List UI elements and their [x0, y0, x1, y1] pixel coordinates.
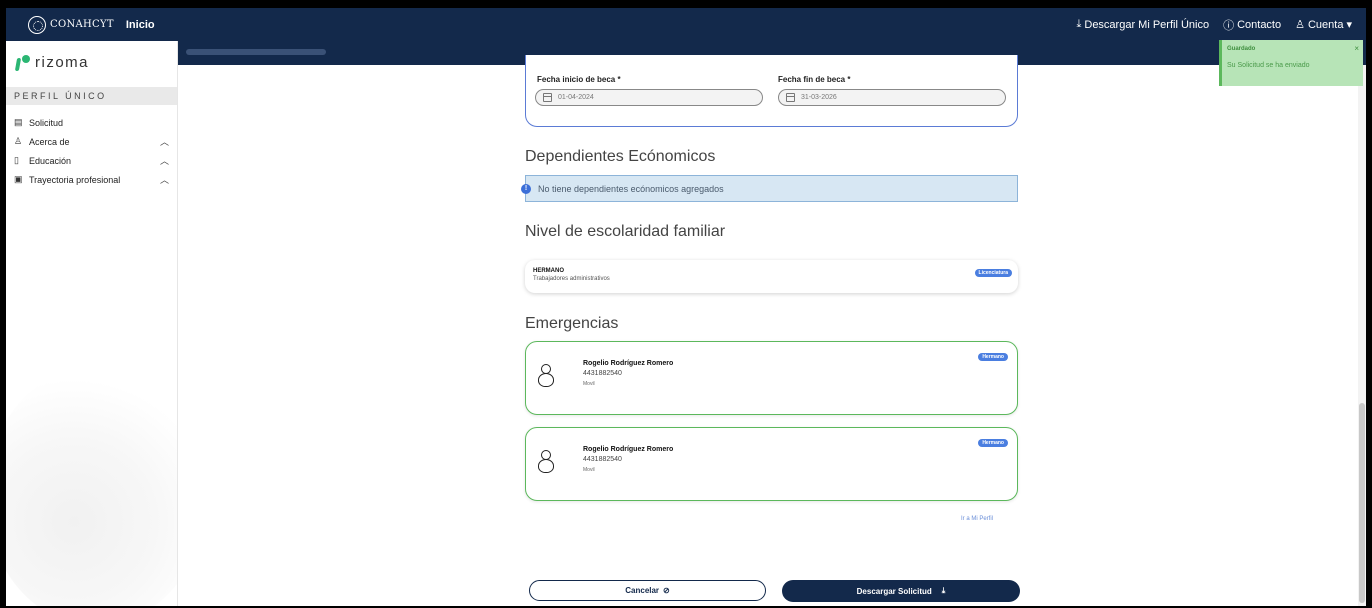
start-date-field[interactable]: 01-04-2024 [535, 89, 763, 106]
contact-label: Contacto [1237, 18, 1282, 31]
download-icon: ⤓ [1076, 18, 1082, 30]
beca-dates-card: Fecha inicio de beca * 01-04-2024 Fecha … [525, 55, 1018, 127]
brand-name: CONAHCYT [50, 18, 114, 30]
person-icon [538, 364, 556, 390]
account-label: Cuenta [1307, 18, 1344, 31]
end-date-field[interactable]: 31-03-2026 [778, 89, 1006, 106]
sidebar-item-label: Solicitud [29, 117, 64, 128]
nav-home-link[interactable]: Inicio [126, 19, 155, 31]
family-occupation: Trabajadores administrativos [533, 276, 610, 282]
cancel-label: Cancelar [625, 586, 660, 595]
sidebar-item-solicitud[interactable]: ▤ Solicitud [6, 113, 177, 132]
dependientes-title: Dependientes Ecónomicos [525, 148, 716, 165]
top-navbar: CONAHCYT Inicio ⤓ Descargar Mi Perfil Ún… [6, 8, 1366, 41]
rizoma-logo[interactable]: rizoma [16, 54, 89, 71]
profile-link[interactable]: Ir a Mi Perfil [961, 516, 993, 522]
dependientes-alert: ! No tiene dependientes ecónomicos agreg… [521, 175, 1018, 202]
account-menu[interactable]: ♙ Cuenta ▾ [1295, 18, 1352, 32]
cancel-button[interactable]: Cancelar ⊘ [529, 580, 766, 601]
toast-title: Guardado [1227, 46, 1256, 52]
sidebar-item-label: Acerca de [29, 136, 70, 147]
end-date-label: Fecha fin de beca * [778, 75, 851, 84]
escolaridad-title: Nivel de escolaridad familiar [525, 223, 726, 240]
document-icon: ▤ [14, 117, 23, 127]
help-circle-icon: ⓘ [1223, 19, 1235, 32]
sidebar-background-pattern [6, 366, 177, 606]
scrollbar-thumb[interactable] [1359, 403, 1365, 603]
main-scrollbar[interactable] [1358, 65, 1366, 606]
success-toast: Guardado × Su Solicitud se ha enviado [1219, 40, 1363, 86]
family-relation: HERMANO [533, 268, 564, 274]
rizoma-mark-icon [16, 54, 30, 71]
contact-phone-type: Movil [583, 467, 595, 473]
emergencias-title: Emergencias [525, 315, 619, 332]
start-date-label: Fecha inicio de beca * [537, 75, 621, 84]
book-icon: ▯ [14, 155, 19, 165]
ban-icon: ⊘ [663, 586, 670, 595]
education-level-badge: Licenciatura [974, 269, 1012, 277]
download-label: Descargar Solicitud [856, 586, 932, 596]
person-icon [538, 450, 556, 476]
user-icon: ♙ [1295, 19, 1305, 31]
relation-badge: Hermano [978, 353, 1008, 361]
end-date-value: 31-03-2026 [801, 94, 837, 101]
contact-link[interactable]: ⓘ Contacto [1223, 17, 1281, 33]
contact-phone: 4431882540 [583, 370, 622, 377]
download-profile-link[interactable]: ⤓ Descargar Mi Perfil Único [1077, 18, 1210, 31]
breadcrumb [186, 49, 326, 55]
download-request-button[interactable]: Descargar Solicitud ⤓ [782, 580, 1020, 602]
app-window: CONAHCYT Inicio ⤓ Descargar Mi Perfil Ún… [6, 8, 1366, 606]
caret-down-icon: ▾ [1346, 19, 1352, 31]
download-profile-label: Descargar Mi Perfil Único [1084, 18, 1210, 31]
main-content: Fecha inicio de beca * 01-04-2024 Fecha … [179, 55, 1366, 606]
sidebar-item-educacion[interactable]: ▯ Educación ︿ [6, 151, 177, 170]
calendar-icon [786, 93, 795, 102]
close-icon[interactable]: × [1354, 44, 1359, 53]
sidebar-menu: ▤ Solicitud ♙ Acerca de ︿ ▯ Educación ︿ … [6, 113, 177, 189]
contact-name: Rogelio Rodríguez Romero [583, 360, 674, 367]
sidebar-item-acerca-de[interactable]: ♙ Acerca de ︿ [6, 132, 177, 151]
conahcyt-logo[interactable]: CONAHCYT [28, 15, 114, 34]
download-icon: ⤓ [941, 586, 946, 595]
sidebar-item-trayectoria[interactable]: ▣ Trayectoria profesional ︿ [6, 170, 177, 189]
calendar-icon [543, 93, 552, 102]
seal-icon [28, 15, 46, 34]
chevron-up-icon[interactable]: ︿ [160, 135, 169, 148]
emergency-contact-card[interactable]: Rogelio Rodríguez Romero 4431882540 Movi… [525, 427, 1018, 501]
contact-name: Rogelio Rodríguez Romero [583, 446, 674, 453]
alert-text: No tiene dependientes ecónomicos agregad… [538, 183, 724, 194]
sidebar: rizoma PERFIL ÚNICO ▤ Solicitud ♙ Acerca… [6, 41, 178, 606]
id-card-icon: ▣ [14, 174, 23, 184]
relation-badge: Hermano [978, 439, 1008, 447]
info-icon: ! [521, 184, 531, 194]
logo-text: rizoma [35, 54, 90, 71]
sidebar-item-label: Trayectoria profesional [29, 174, 121, 185]
sidebar-item-label: Educación [29, 155, 72, 166]
family-education-card: HERMANO Trabajadores administrativos Lic… [525, 260, 1018, 293]
start-date-value: 01-04-2024 [558, 94, 594, 101]
sidebar-section-title: PERFIL ÚNICO [6, 87, 177, 105]
contact-phone: 4431882540 [583, 456, 622, 463]
chevron-up-icon[interactable]: ︿ [160, 154, 169, 167]
contact-phone-type: Movil [583, 381, 595, 387]
toast-message: Su Solicitud se ha enviado [1227, 62, 1310, 69]
chevron-up-icon[interactable]: ︿ [160, 173, 169, 186]
emergency-contact-card[interactable]: Rogelio Rodríguez Romero 4431882540 Movi… [525, 341, 1018, 415]
user-icon: ♙ [14, 136, 23, 146]
